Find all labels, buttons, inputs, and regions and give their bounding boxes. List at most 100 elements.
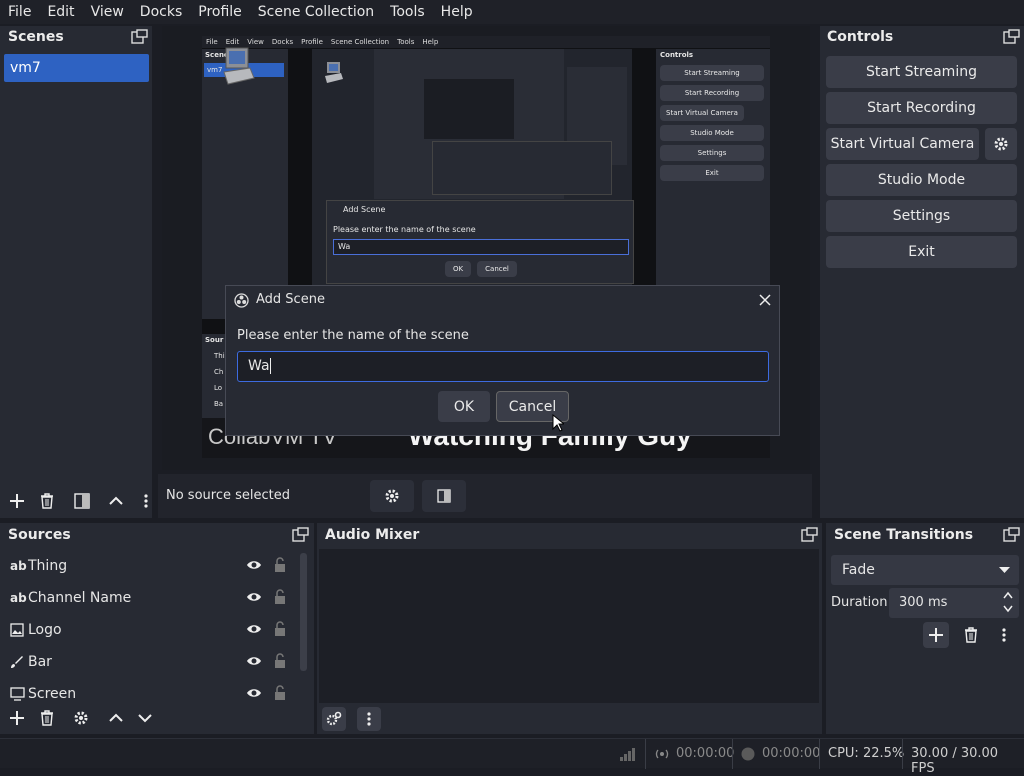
computer-icon-small (324, 61, 344, 85)
source-row-logo[interactable]: Logo (4, 616, 300, 644)
nested-menu-scene-collection: Scene Collection (330, 38, 390, 46)
start-virtual-camera-button[interactable]: Start Virtual Camera (826, 128, 979, 160)
menu-tools[interactable]: Tools (382, 0, 433, 24)
dialog-close-icon[interactable] (756, 291, 774, 309)
duration-value: 300 ms (899, 595, 948, 610)
sources-list: ab Thing ab Channel Name Logo Bar Screen (0, 551, 300, 707)
sources-title: Sources (8, 527, 71, 543)
lock-icon[interactable] (274, 621, 286, 637)
eye-icon[interactable] (246, 591, 262, 603)
source-label: Logo (28, 622, 62, 638)
source-properties-button[interactable] (370, 480, 414, 512)
lock-icon[interactable] (274, 589, 286, 605)
menu-profile[interactable]: Profile (190, 0, 250, 24)
menu-docks[interactable]: Docks (132, 0, 190, 24)
nested-menu-view: View (247, 38, 264, 46)
lock-icon[interactable] (274, 685, 286, 701)
nested-dialog-ok: OK (445, 261, 471, 277)
source-row-thing[interactable]: ab Thing (4, 552, 300, 580)
start-streaming-button[interactable]: Start Streaming (826, 56, 1017, 88)
remove-scene-button[interactable] (36, 490, 58, 512)
remove-source-button[interactable] (36, 707, 58, 729)
menu-edit[interactable]: Edit (39, 0, 82, 24)
sources-scrollbar[interactable] (300, 553, 307, 671)
undock-icon[interactable] (801, 527, 818, 542)
eye-icon[interactable] (246, 623, 262, 635)
scene-name-input[interactable]: Wa (237, 351, 769, 382)
status-divider (645, 739, 646, 769)
sources-dock: Sources ab Thing ab Channel Name Logo Ba… (0, 523, 314, 734)
add-transition-button[interactable] (923, 622, 949, 648)
monitor-icon (10, 687, 28, 701)
nested-start-virtual-camera: Start Virtual Camera (660, 105, 744, 121)
audio-advanced-settings-icon[interactable] (322, 707, 346, 731)
scene-filters-button[interactable] (71, 490, 93, 512)
undock-icon[interactable] (1003, 29, 1020, 44)
transition-select-value: Fade (842, 562, 875, 578)
controls-dock: Controls Start Streaming Start Recording… (820, 26, 1024, 518)
scene-more-icon[interactable] (140, 490, 152, 512)
nested-menu-bar: File Edit View Docks Profile Scene Colle… (202, 36, 770, 48)
brush-icon (10, 655, 28, 669)
text-icon: ab (10, 591, 27, 605)
virtual-camera-settings-button[interactable] (985, 128, 1017, 160)
nested-menu-help: Help (422, 38, 439, 46)
studio-mode-button[interactable]: Studio Mode (826, 164, 1017, 196)
nested-menu-edit: Edit (225, 38, 240, 46)
record-time: 00:00:00 (762, 746, 821, 761)
add-scene-button[interactable] (6, 490, 28, 512)
dialog-prompt: Please enter the name of the scene (237, 328, 469, 343)
scenes-dock: Scenes vm7 (0, 26, 152, 518)
scene-transitions-dock: Scene Transitions Fade Duration 300 ms (826, 523, 1024, 734)
source-label: Screen (28, 686, 77, 702)
menu-scene-collection[interactable]: Scene Collection (250, 0, 382, 24)
spin-up-icon[interactable] (1003, 591, 1013, 599)
undock-icon[interactable] (131, 29, 148, 44)
lock-icon[interactable] (274, 557, 286, 573)
add-source-button[interactable] (6, 707, 28, 729)
eye-icon[interactable] (246, 559, 262, 571)
gear-icon (994, 137, 1008, 151)
nested-controls-title: Controls (660, 51, 694, 59)
transition-more-icon[interactable] (996, 622, 1012, 648)
source-row-channel-name[interactable]: ab Channel Name (4, 584, 300, 612)
audio-more-icon[interactable] (357, 707, 381, 731)
undock-icon[interactable] (1003, 527, 1020, 542)
source-move-down-button[interactable] (134, 707, 156, 729)
scene-move-up-button[interactable] (105, 490, 127, 512)
lock-icon[interactable] (274, 653, 286, 669)
scene-item-vm7[interactable]: vm7 (4, 54, 149, 82)
spin-down-icon[interactable] (1003, 605, 1013, 613)
stream-status-icon (654, 748, 670, 760)
nested-scene-item-label: vm7 (207, 66, 223, 74)
nested-menu-file: File (206, 38, 218, 46)
duration-spinbox[interactable]: 300 ms (889, 588, 1019, 618)
status-bar: 00:00:00 00:00:00 CPU: 22.5% 30.00 / 30.… (0, 738, 1024, 776)
exit-button[interactable]: Exit (826, 236, 1017, 268)
text-cursor (269, 358, 271, 374)
source-settings-gear-icon[interactable] (70, 707, 92, 729)
eye-icon[interactable] (246, 655, 262, 667)
dialog-ok-button[interactable]: OK (438, 391, 490, 422)
scenes-title: Scenes (8, 29, 64, 45)
transition-select[interactable]: Fade (831, 555, 1019, 585)
start-recording-button[interactable]: Start Recording (826, 92, 1017, 124)
menu-view[interactable]: View (83, 0, 132, 24)
source-row-bar[interactable]: Bar (4, 648, 300, 676)
record-status-icon (741, 747, 755, 761)
remove-transition-button[interactable] (958, 622, 984, 648)
image-icon (10, 623, 28, 637)
source-row-screen[interactable]: Screen (4, 680, 300, 707)
source-move-up-button[interactable] (105, 707, 127, 729)
menu-help[interactable]: Help (433, 0, 481, 24)
eye-icon[interactable] (246, 687, 262, 699)
menu-file[interactable]: File (0, 0, 39, 24)
scene-item-label: vm7 (10, 60, 41, 76)
nested-dialog-prompt: Please enter the name of the scene (333, 225, 476, 234)
settings-button[interactable]: Settings (826, 200, 1017, 232)
nested-inner-dialog (432, 141, 612, 195)
stream-time: 00:00:00 (676, 746, 735, 761)
signal-strength-icon (620, 747, 636, 761)
source-filters-button[interactable] (422, 480, 466, 512)
undock-icon[interactable] (292, 527, 309, 542)
